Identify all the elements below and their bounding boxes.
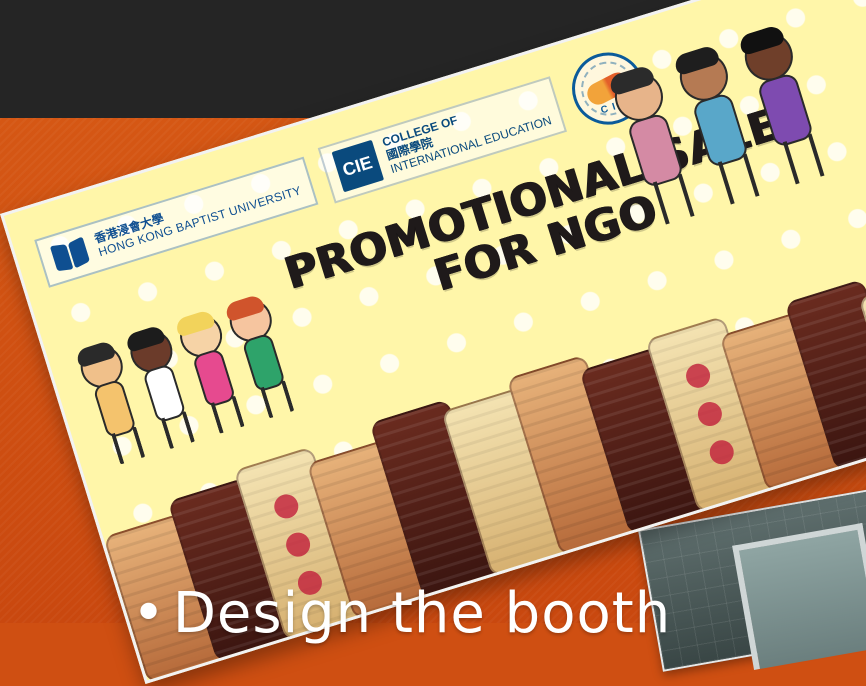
cie-mark: CIE bbox=[331, 139, 384, 193]
adult-3-legs bbox=[782, 133, 825, 185]
adult-1-legs bbox=[652, 173, 695, 225]
bullet-dot: • bbox=[132, 581, 167, 646]
bullet-text: Design the booth bbox=[172, 581, 672, 646]
adult-2-legs bbox=[717, 153, 760, 205]
slide-bullet: • Design the booth bbox=[132, 586, 852, 642]
open-book-icon bbox=[48, 233, 92, 276]
